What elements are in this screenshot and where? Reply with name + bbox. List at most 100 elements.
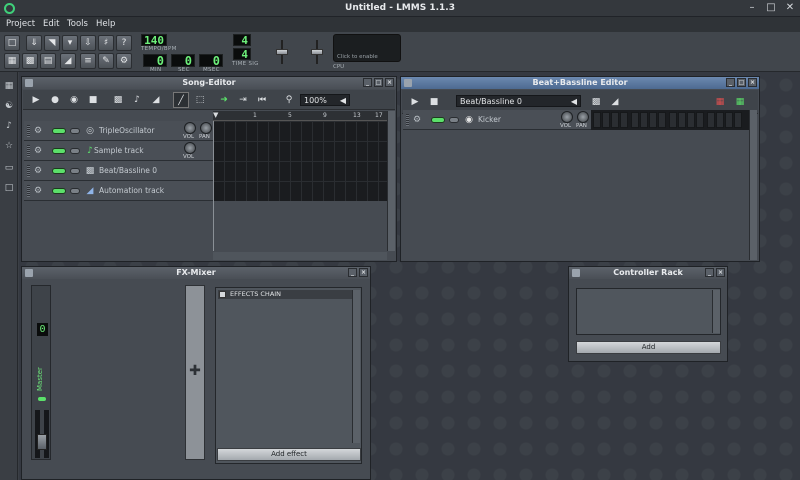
effects-chain-toggle[interactable] xyxy=(219,291,226,298)
beat-step[interactable] xyxy=(593,112,601,128)
stop-behaviour-icon[interactable]: ⏮ xyxy=(254,92,270,108)
beat-step[interactable] xyxy=(725,112,733,128)
record-while-playing-icon[interactable]: ◉ xyxy=(66,92,82,108)
beat-step[interactable] xyxy=(649,112,657,128)
track-grip[interactable] xyxy=(27,185,30,197)
track-name[interactable]: Beat/Bassline 0 xyxy=(99,166,157,175)
volume-knob[interactable] xyxy=(561,111,573,123)
song-editor-close-button[interactable]: × xyxy=(385,78,394,87)
open-project-icon[interactable]: ◥ xyxy=(44,35,60,51)
new-from-template-icon[interactable]: ⇓ xyxy=(26,35,42,51)
export-icon[interactable]: ♯ xyxy=(98,35,114,51)
piano-roll-icon[interactable]: ▤ xyxy=(40,53,56,69)
master-volume-handle[interactable] xyxy=(276,49,288,55)
add-effect-button[interactable]: Add effect xyxy=(217,448,361,461)
pan-knob[interactable] xyxy=(200,122,212,134)
effects-chain-scrollbar[interactable] xyxy=(352,290,360,443)
beat-step[interactable] xyxy=(640,112,648,128)
beat-step[interactable] xyxy=(669,112,677,128)
my-samples-icon[interactable]: ♪ xyxy=(3,120,15,132)
add-controller-button[interactable]: Add xyxy=(576,341,721,354)
save-project-icon[interactable]: ⇩ xyxy=(80,35,96,51)
bb-editor-minimize-button[interactable]: _ xyxy=(726,78,735,87)
record-icon[interactable]: ● xyxy=(47,92,63,108)
fx-mixer-close-button[interactable]: × xyxy=(359,268,368,277)
solo-led[interactable] xyxy=(70,168,80,174)
bb-editor-vertical-scrollbar[interactable] xyxy=(749,110,757,260)
time-sig-denominator[interactable]: 4 xyxy=(233,48,251,60)
draw-mode-icon[interactable]: ╱ xyxy=(173,92,189,108)
add-automation-track-icon[interactable]: ◢ xyxy=(607,94,623,110)
beat-step[interactable] xyxy=(602,112,610,128)
master-fader-handle[interactable] xyxy=(37,434,47,450)
pattern-select[interactable]: Beat/Bassline 0 ◀ xyxy=(456,95,581,107)
mute-led[interactable] xyxy=(52,148,66,154)
solo-led[interactable] xyxy=(70,148,80,154)
add-channel-button[interactable]: ✚ xyxy=(185,285,205,460)
my-home-icon[interactable]: ▭ xyxy=(3,162,15,174)
my-projects-icon[interactable]: ☯ xyxy=(3,100,15,112)
instrument-plugins-icon[interactable]: ▦ xyxy=(3,80,15,92)
play-icon[interactable]: ▶ xyxy=(407,94,423,110)
menu-help[interactable]: Help xyxy=(96,19,115,29)
song-editor-horizontal-scrollbar[interactable] xyxy=(213,252,387,260)
master-mute-led[interactable] xyxy=(38,397,46,401)
loop-points-icon[interactable]: ⇥ xyxy=(235,92,251,108)
playhead-marker-icon[interactable]: ▼ xyxy=(213,111,218,119)
mute-led[interactable] xyxy=(52,128,66,134)
timeline-ruler[interactable]: ▼ 1 5 9 13 17 xyxy=(213,111,387,121)
controller-list-scrollbar[interactable] xyxy=(712,290,720,333)
automation-editor-icon[interactable]: ◢ xyxy=(60,53,76,69)
close-button[interactable]: ✕ xyxy=(784,2,796,14)
solo-led[interactable] xyxy=(70,128,80,134)
master-channel-strip[interactable]: 0 Master xyxy=(31,285,51,460)
beat-step[interactable] xyxy=(620,112,628,128)
solo-led[interactable] xyxy=(70,188,80,194)
add-sample-track-icon[interactable]: ♪ xyxy=(129,92,145,108)
gear-icon[interactable]: ⚙ xyxy=(34,126,44,136)
add-beat-track-icon[interactable]: ▩ xyxy=(588,94,604,110)
track-grip[interactable] xyxy=(27,125,30,137)
edit-mode-icon[interactable]: ⬚ xyxy=(192,92,208,108)
master-pitch-handle[interactable] xyxy=(311,49,323,55)
minimize-button[interactable]: – xyxy=(746,2,758,14)
my-presets-icon[interactable]: ☆ xyxy=(3,140,15,152)
remove-steps-icon[interactable]: ▦ xyxy=(712,94,728,110)
time-sig-numerator[interactable]: 4 xyxy=(233,34,251,46)
help-icon[interactable]: ? xyxy=(116,35,132,51)
zoom-select[interactable]: 100% ◀ xyxy=(300,94,350,106)
beat-step[interactable] xyxy=(611,112,619,128)
auto-scroll-icon[interactable]: ➜ xyxy=(216,92,232,108)
beat-bassline-icon[interactable]: ▩ xyxy=(22,53,38,69)
controller-rack-icon[interactable]: ⚙ xyxy=(116,53,132,69)
maximize-button[interactable]: □ xyxy=(765,2,777,14)
track-name[interactable]: TripleOscillator xyxy=(99,126,155,135)
new-project-icon[interactable]: □ xyxy=(4,35,20,51)
beat-step[interactable] xyxy=(734,112,742,128)
beat-step[interactable] xyxy=(687,112,695,128)
recent-projects-icon[interactable]: ▾ xyxy=(62,35,78,51)
fx-mixer-minimize-button[interactable]: _ xyxy=(348,268,357,277)
track-name[interactable]: Sample track xyxy=(94,146,144,155)
bb-track-row[interactable]: ⚙ ◉ Kicker VOL PAN xyxy=(403,110,591,130)
add-beat-track-icon[interactable]: ▩ xyxy=(110,92,126,108)
solo-led[interactable] xyxy=(449,117,459,123)
track-row[interactable]: ⚙ ♪ Sample track VOL xyxy=(24,141,213,161)
beat-step[interactable] xyxy=(716,112,724,128)
song-editor-vertical-scrollbar[interactable] xyxy=(387,111,395,251)
cpu-load-graph[interactable]: Click to enable xyxy=(333,34,401,62)
tempo-display[interactable]: 140 xyxy=(141,34,167,46)
volume-knob[interactable] xyxy=(184,122,196,134)
add-steps-icon[interactable]: ▦ xyxy=(732,94,748,110)
fx-mixer-icon[interactable]: ≡ xyxy=(80,53,96,69)
track-name[interactable]: Kicker xyxy=(478,115,501,124)
track-row[interactable]: ⚙ ◢ Automation track xyxy=(24,181,213,201)
song-pattern-grid[interactable] xyxy=(213,121,387,201)
mute-led[interactable] xyxy=(52,168,66,174)
beat-step[interactable] xyxy=(678,112,686,128)
mute-led[interactable] xyxy=(52,188,66,194)
track-row[interactable]: ⚙ ▩ Beat/Bassline 0 xyxy=(24,161,213,181)
track-row[interactable]: ⚙ ◎ TripleOscillator VOL PAN xyxy=(24,121,213,141)
controller-rack-minimize-button[interactable]: _ xyxy=(705,268,714,277)
gear-icon[interactable]: ⚙ xyxy=(34,146,44,156)
